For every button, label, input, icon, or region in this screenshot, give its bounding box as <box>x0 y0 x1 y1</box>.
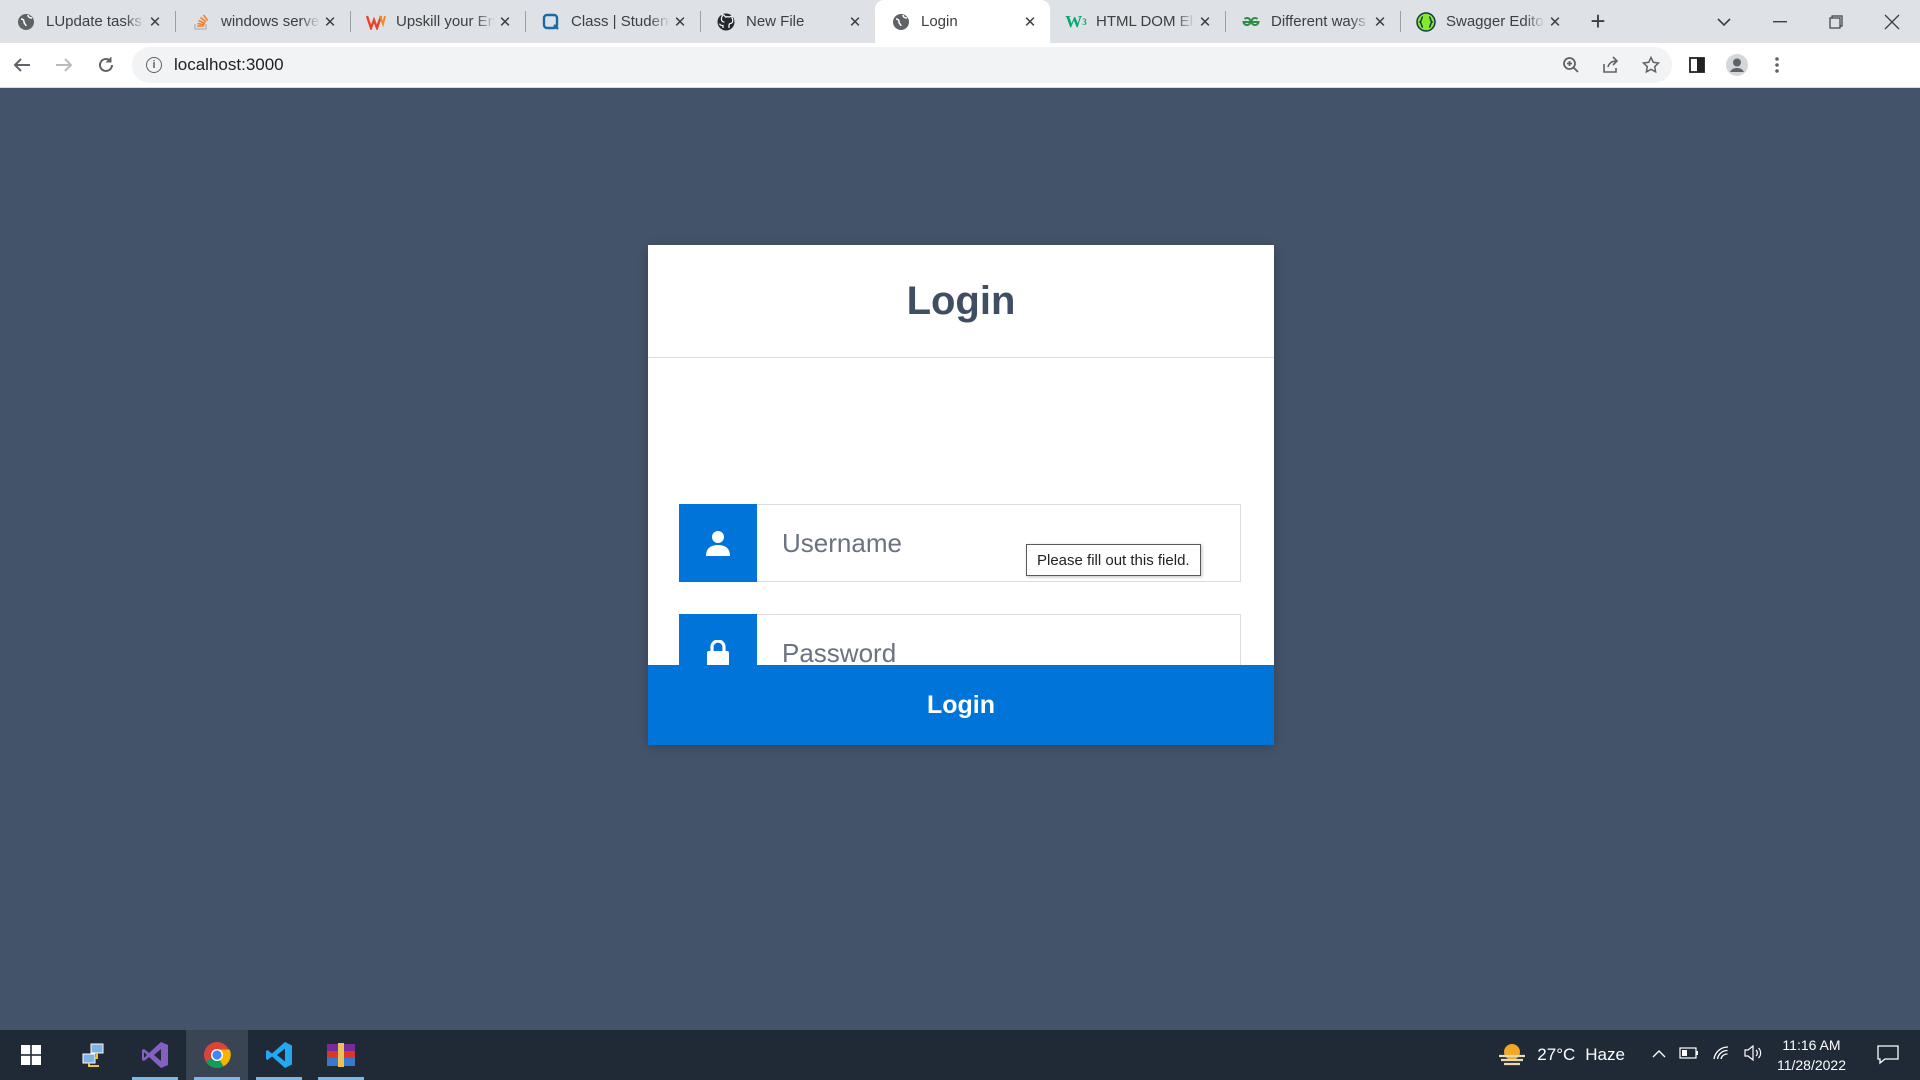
notification-icon <box>1877 1045 1899 1065</box>
chevron-up-icon[interactable] <box>1651 1046 1667 1064</box>
weather-condition: Haze <box>1585 1045 1625 1064</box>
taskbar-visual-studio[interactable] <box>124 1030 186 1080</box>
close-window-button[interactable] <box>1864 0 1920 43</box>
user-icon <box>679 504 757 582</box>
bookmark-star-icon[interactable] <box>1638 52 1664 78</box>
tab-new-file[interactable]: New File ✕ <box>700 0 875 43</box>
tab-title: HTML DOM Element <box>1096 13 1195 30</box>
taskbar-vscode[interactable] <box>248 1030 310 1080</box>
tab-title: LUpdate tasks <box>46 13 142 30</box>
info-icon[interactable]: i <box>146 57 162 73</box>
address-bar-url[interactable]: localhost:3000 <box>174 55 284 75</box>
windows-start-icon <box>21 1045 41 1065</box>
close-icon <box>1884 14 1900 29</box>
reload-icon <box>99 57 113 72</box>
login-button[interactable]: Login <box>648 665 1274 745</box>
close-icon[interactable]: ✕ <box>1020 12 1040 32</box>
restore-icon <box>1829 14 1843 29</box>
chevron-down-icon <box>1717 17 1731 26</box>
tab-windows-server[interactable]: windows server ✕ <box>175 0 350 43</box>
restore-button[interactable] <box>1808 0 1864 43</box>
stackoverflow-icon <box>191 12 211 32</box>
login-card-header: Login <box>648 245 1274 358</box>
clock-time: 11:16 AM <box>1782 1037 1841 1053</box>
taskbar-winrar[interactable] <box>310 1030 372 1080</box>
chrome-icon <box>204 1042 231 1069</box>
close-icon[interactable]: ✕ <box>1370 12 1390 32</box>
weather-widget[interactable]: 27°C Haze <box>1497 1042 1625 1068</box>
tab-title: Swagger Editor <box>1446 13 1545 30</box>
login-title: Login <box>906 278 1016 323</box>
w3schools-icon: W3 <box>1065 11 1087 31</box>
taskbar-chrome[interactable] <box>186 1030 248 1080</box>
forward-button[interactable] <box>44 45 84 85</box>
q-logo-icon <box>541 12 561 32</box>
notification-center-button[interactable] <box>1868 1030 1908 1080</box>
tab-title: New File <box>746 13 805 30</box>
close-icon[interactable]: ✕ <box>495 12 515 32</box>
system-tray: 27°C Haze 11:16 AM 11/28/2022 <box>1497 1030 1920 1080</box>
tab-upskill[interactable]: Upskill your Engineers ✕ <box>350 0 525 43</box>
tab-swagger-editor[interactable]: Swagger Editor ✕ <box>1400 0 1575 43</box>
tab-title: Upskill your Engineers <box>396 13 495 30</box>
swagger-icon <box>1416 11 1436 32</box>
github-icon <box>716 12 736 32</box>
visual-studio-icon <box>142 1042 168 1068</box>
close-icon[interactable]: ✕ <box>845 12 865 32</box>
w-logo-icon <box>366 12 386 32</box>
page-viewport: Login Login Please fill out this field. <box>0 89 1920 1030</box>
login-card: Login Login <box>648 245 1274 745</box>
close-icon[interactable]: ✕ <box>320 12 340 32</box>
haze-sun-icon <box>1499 1044 1526 1066</box>
network-app-icon <box>82 1043 104 1067</box>
close-icon[interactable]: ✕ <box>1195 12 1215 32</box>
kebab-menu-icon[interactable] <box>1764 52 1790 78</box>
tab-title: Different ways <box>1271 13 1366 30</box>
close-icon[interactable]: ✕ <box>670 12 690 32</box>
geeksforgeeks-icon <box>1241 12 1261 32</box>
taskbar-network-app[interactable] <box>62 1030 124 1080</box>
tab-lupdate-tasks[interactable]: LUpdate tasks ✕ <box>0 0 175 43</box>
tab-different-ways[interactable]: Different ways ✕ <box>1225 0 1400 43</box>
weather-temperature: 27°C <box>1537 1045 1576 1064</box>
tab-login[interactable]: Login ✕ <box>875 0 1050 43</box>
minimize-icon <box>1773 20 1787 22</box>
volume-icon[interactable] <box>1743 1044 1763 1066</box>
start-button[interactable] <box>0 1030 62 1080</box>
browser-toolbar: i localhost:3000 <box>0 43 1920 88</box>
vscode-icon <box>266 1042 292 1068</box>
reload-button[interactable] <box>86 45 126 85</box>
arrow-left-icon <box>13 58 30 72</box>
minimize-button[interactable] <box>1752 0 1808 43</box>
taskbar-clock[interactable]: 11:16 AM 11/28/2022 <box>1777 1035 1846 1075</box>
profile-avatar-icon[interactable] <box>1724 52 1750 78</box>
close-icon[interactable]: ✕ <box>145 12 165 32</box>
clock-date: 11/28/2022 <box>1776 1057 1846 1073</box>
side-panel-icon[interactable] <box>1684 52 1710 78</box>
winrar-icon <box>327 1043 355 1067</box>
tab-search-button[interactable] <box>1696 0 1752 43</box>
globe-icon <box>891 12 911 32</box>
battery-icon[interactable] <box>1679 1046 1699 1064</box>
tab-title: Login <box>921 13 958 30</box>
address-bar[interactable]: i localhost:3000 <box>132 47 1672 83</box>
zoom-icon[interactable] <box>1558 52 1584 78</box>
tab-html-dom[interactable]: W3 HTML DOM Element ✕ <box>1050 0 1225 43</box>
tab-title: windows server <box>221 13 320 30</box>
share-icon[interactable] <box>1598 52 1624 78</box>
arrow-right-icon <box>56 58 73 72</box>
new-tab-button[interactable]: + <box>1575 0 1621 43</box>
tab-class-student[interactable]: Class | Student ✕ <box>525 0 700 43</box>
close-icon[interactable]: ✕ <box>1545 12 1565 32</box>
windows-taskbar: 27°C Haze 11:16 AM 11/28/2022 <box>0 1030 1920 1080</box>
validation-tooltip: Please fill out this field. <box>1026 544 1201 576</box>
tab-title: Class | Student <box>571 13 670 30</box>
wifi-icon[interactable] <box>1711 1045 1731 1066</box>
browser-tab-strip: LUpdate tasks ✕ windows server ✕ Upskill… <box>0 0 1920 43</box>
globe-icon <box>16 12 36 32</box>
back-button[interactable] <box>2 45 42 85</box>
